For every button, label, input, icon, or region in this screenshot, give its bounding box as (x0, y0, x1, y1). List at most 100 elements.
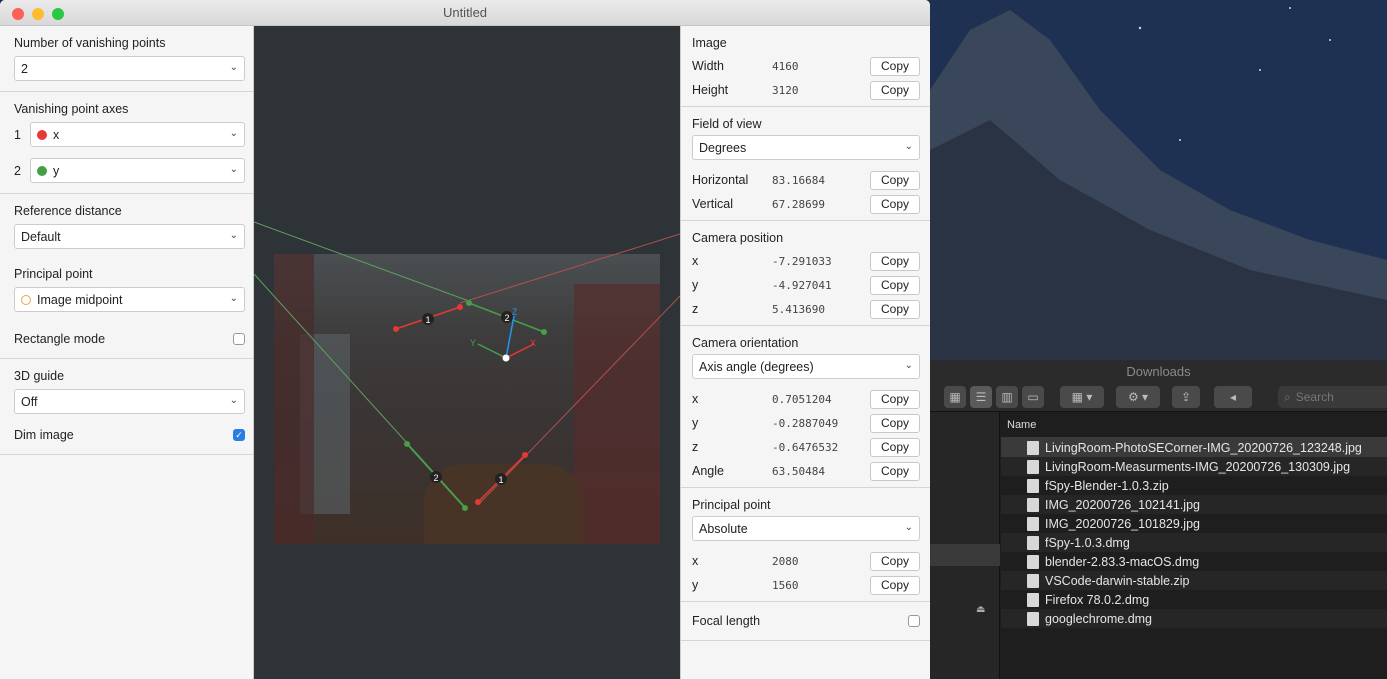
file-icon (1027, 478, 1039, 493)
y-label: y (692, 416, 699, 430)
vertical-label: Vertical (692, 197, 733, 211)
copy-button[interactable]: Copy (870, 170, 920, 190)
x-label: x (692, 254, 699, 268)
file-row[interactable]: IMG_20200726_102141.jpg (1001, 495, 1387, 514)
guide-3d-label: 3D guide (14, 369, 65, 383)
copy-button[interactable]: Copy (870, 194, 920, 214)
chevron-down-icon: ⌄ (229, 164, 238, 175)
chevron-down-icon: ⌄ (904, 360, 913, 371)
file-icon (1027, 516, 1039, 531)
control-point[interactable] (541, 329, 547, 335)
y-label: y (692, 278, 699, 292)
control-point[interactable] (393, 326, 399, 332)
copy-button[interactable]: Copy (870, 413, 920, 433)
tag-icon[interactable]: ◂ (1214, 386, 1252, 408)
file-row[interactable]: LivingRoom-Measurments-IMG_20200726_1303… (1001, 457, 1387, 476)
orientation-z-value: -0.6476532 (772, 440, 839, 454)
gallery-view-icon[interactable]: ▭ (1022, 386, 1044, 408)
width-value: 4160 (772, 59, 799, 73)
file-row[interactable]: LivingRoom-PhotoSECorner-IMG_20200726_12… (1001, 438, 1387, 457)
dim-image-checkbox[interactable]: ✓ (233, 429, 245, 441)
file-icon (1027, 592, 1039, 607)
axis-2-select[interactable]: y ⌄ (30, 158, 245, 183)
column-view-icon[interactable]: ▥ (996, 386, 1018, 408)
control-point[interactable] (475, 499, 481, 505)
orientation-mode-value: Axis angle (degrees) (699, 359, 814, 374)
copy-button[interactable]: Copy (870, 551, 920, 571)
file-name: blender-2.83.3-macOS.dmg (1045, 554, 1200, 569)
vanishing-points-select[interactable]: 2 ⌄ (14, 56, 245, 81)
vanishing-points-value: 2 (21, 61, 28, 76)
control-point[interactable] (466, 300, 472, 306)
vanishing-points-section: Number of vanishing points 2 ⌄ (0, 26, 253, 92)
file-row[interactable]: Firefox 78.0.2.dmg (1001, 590, 1387, 609)
chevron-down-icon: ⌄ (904, 141, 913, 152)
zoom-button[interactable] (52, 8, 64, 20)
column-header-name[interactable]: Name (1001, 412, 1387, 438)
copy-button[interactable]: Copy (870, 56, 920, 76)
z-label: z (692, 302, 699, 316)
control-point[interactable] (522, 452, 528, 458)
control-point[interactable] (457, 304, 463, 310)
file-icon (1027, 497, 1039, 512)
pp-x-value: 2080 (772, 554, 799, 568)
file-icon (1027, 440, 1039, 455)
reference-distance-select[interactable]: Default ⌄ (14, 224, 245, 249)
fov-section: Field of view Degrees ⌄ Horizontal 83.16… (681, 107, 930, 221)
chevron-down-icon: ⌄ (229, 293, 238, 304)
image-canvas[interactable]: 1 2 2 1 Z Y X (254, 26, 680, 679)
camera-orientation-section: Camera orientation Axis angle (degrees) … (681, 326, 930, 488)
principal-point-result-section: Principal point Absolute ⌄ x 2080 Copy y… (681, 488, 930, 602)
principal-point-select[interactable]: Image midpoint ⌄ (14, 287, 245, 312)
copy-button[interactable]: Copy (870, 389, 920, 409)
z-axis-label: Z (512, 307, 518, 317)
principal-point-header: Principal point (692, 498, 771, 512)
close-button[interactable] (12, 8, 24, 20)
share-icon[interactable]: ⇪ (1172, 386, 1200, 408)
principal-point-mode-select[interactable]: Absolute ⌄ (692, 516, 920, 541)
fov-unit-select[interactable]: Degrees ⌄ (692, 135, 920, 160)
reference-distance-value: Default (21, 229, 61, 244)
search-field[interactable]: ⌕ Search (1278, 386, 1387, 408)
sidebar-selected-item[interactable] (930, 544, 1000, 566)
copy-button[interactable]: Copy (870, 575, 920, 595)
control-point[interactable] (404, 441, 410, 447)
copy-button[interactable]: Copy (870, 80, 920, 100)
file-row[interactable]: googlechrome.dmg (1001, 609, 1387, 628)
minimize-button[interactable] (32, 8, 44, 20)
file-row[interactable]: IMG_20200726_101829.jpg (1001, 514, 1387, 533)
copy-button[interactable]: Copy (870, 299, 920, 319)
y-label: y (692, 578, 699, 592)
finder-toolbar: ▦ ☰ ▥ ▭ ▦ ▾ ⚙ ▾ ⇪ ◂ ⌕ Search (930, 382, 1387, 412)
control-point[interactable] (462, 505, 468, 511)
file-row[interactable]: fSpy-Blender-1.0.3.zip (1001, 476, 1387, 495)
dim-image-row: Dim image ✓ (0, 418, 253, 455)
rectangle-mode-checkbox[interactable] (233, 333, 245, 345)
reference-distance-label: Reference distance (14, 204, 122, 218)
axis-1-select[interactable]: x ⌄ (30, 122, 245, 147)
eject-icon[interactable]: ⏏ (976, 604, 985, 615)
finder-file-list: Name LivingRoom-PhotoSECorner-IMG_202007… (1001, 412, 1387, 679)
file-name: IMG_20200726_101829.jpg (1045, 516, 1200, 531)
icon-view-icon[interactable]: ▦ (944, 386, 966, 408)
copy-button[interactable]: Copy (870, 275, 920, 295)
focal-length-checkbox[interactable] (908, 615, 920, 627)
file-icon (1027, 459, 1039, 474)
file-row[interactable]: VSCode-darwin-stable.zip (1001, 571, 1387, 590)
position-y-value: -4.927041 (772, 278, 832, 292)
vertical-row: Vertical 67.28699 Copy (692, 192, 920, 216)
x-label: x (692, 554, 699, 568)
copy-button[interactable]: Copy (870, 461, 920, 481)
vertical-value: 67.28699 (772, 197, 825, 211)
copy-button[interactable]: Copy (870, 437, 920, 457)
group-icon[interactable]: ▦ ▾ (1060, 386, 1104, 408)
orientation-mode-select[interactable]: Axis angle (degrees) ⌄ (692, 354, 920, 379)
file-icon (1027, 573, 1039, 588)
origin-handle[interactable] (502, 354, 510, 362)
gear-icon[interactable]: ⚙ ▾ (1116, 386, 1160, 408)
list-view-icon[interactable]: ☰ (970, 386, 992, 408)
copy-button[interactable]: Copy (870, 251, 920, 271)
guide-3d-select[interactable]: Off ⌄ (14, 389, 245, 414)
file-row[interactable]: fSpy-1.0.3.dmg (1001, 533, 1387, 552)
file-row[interactable]: blender-2.83.3-macOS.dmg (1001, 552, 1387, 571)
